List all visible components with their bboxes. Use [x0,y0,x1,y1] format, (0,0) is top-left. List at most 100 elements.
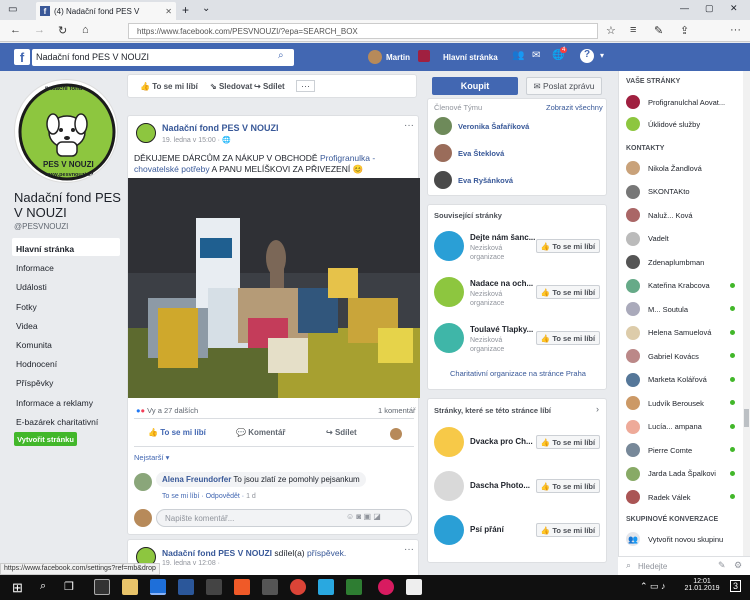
post2-shared-link[interactable]: příspěvek. [307,548,346,558]
liked-page-avatar[interactable] [434,515,464,545]
liked-page-name[interactable]: Dvacka pro Ch... [470,437,533,446]
nav-item[interactable]: Fotky [16,302,37,312]
avatar[interactable] [368,50,382,64]
chevron-right-icon[interactable]: › [596,404,599,414]
contact-item[interactable]: Lucía... ampana [626,419,736,435]
search-input[interactable]: Nadační fond PES V NOUZI [32,49,294,66]
contact-item[interactable]: Naluž... Ková [626,207,736,223]
scrollbar-thumb[interactable] [744,409,749,427]
post-menu-icon[interactable]: ··· [404,544,414,555]
search-icon[interactable]: ⌕ [278,50,284,61]
task-view-icon[interactable]: ❐ [64,580,74,593]
comments-count[interactable]: 1 komentář [378,406,416,415]
related-like-button[interactable]: 👍 To se mi líbí [536,285,600,299]
system-tray-icons[interactable]: ⌃ ▭ ♪ [640,581,666,592]
favorites-list-icon[interactable]: ≡ [630,24,636,36]
related-page-name[interactable]: Dejte nám šanc... [470,233,535,242]
comment-sort-dropdown[interactable]: Nejstarší ▾ [134,453,169,462]
maximize-icon[interactable]: ▢ [705,3,714,14]
file-explorer-icon[interactable] [122,579,138,595]
nav-item[interactable]: Události [16,282,47,292]
reactions-summary[interactable]: ●● Vy a 27 dalších [136,406,198,415]
liked-page-avatar[interactable] [434,471,464,501]
contact-item[interactable]: Kateřina Krabcova [626,278,736,294]
post2-author-link[interactable]: Nadační fond PES V NOUZI [162,548,272,558]
forward-icon[interactable]: → [34,24,45,36]
contact-item[interactable]: Nikola Žandlová [626,160,736,176]
related-page-avatar[interactable] [434,231,464,261]
favorites-star-icon[interactable]: ☆ [606,24,616,37]
member-name[interactable]: Eva Šteklová [458,149,504,158]
share-icon[interactable]: ⇪ [680,24,689,37]
facebook-logo-icon[interactable]: f [14,49,30,65]
contact-item[interactable]: Vadelt [626,231,736,247]
nav-item[interactable]: Hodnocení [16,359,57,369]
contact-item[interactable]: M... Soutula [626,301,736,317]
liked-page-like-button[interactable]: 👍 To se mi líbí [536,479,600,493]
new-message-icon[interactable]: ✎ [718,560,726,571]
edge-icon[interactable] [150,579,166,595]
buy-button[interactable]: Koupit [432,77,518,95]
nav-item[interactable]: E-bazárek charitativní [16,417,98,427]
comment-reply-link[interactable]: Odpovědět [206,493,240,500]
help-icon[interactable]: ? [580,49,594,63]
url-input[interactable]: https://www.facebook.com/PESVNOUZI/?epa=… [128,23,598,39]
member-name[interactable]: Eva Ryšánková [458,176,513,185]
post-menu-icon[interactable]: ··· [404,120,414,131]
chrome-icon[interactable] [290,579,306,595]
new-tab-icon[interactable]: + [182,3,189,17]
post-share-button[interactable]: ↪ Sdílet [326,428,357,437]
liked-page-name[interactable]: Psí přání [470,525,504,534]
friends-icon[interactable]: 👥 [512,50,524,61]
your-page-item[interactable]: Profigranulchal Aovat... [626,94,736,110]
chat-search-input[interactable]: Hledejte [638,562,667,571]
home-link[interactable]: Hlavní stránka [443,53,498,62]
settings-dropdown-icon[interactable]: ▾ [600,51,604,60]
contact-item[interactable]: Zdenaplumbman [626,254,736,270]
app-icon[interactable] [346,579,362,595]
member-avatar[interactable] [434,144,452,162]
post-photo[interactable] [128,178,420,398]
browser-tab[interactable]: f (4) Nadační fond PES V ✕ [36,2,176,20]
related-page-name[interactable]: Nadace na och... [470,279,533,288]
user-name-link[interactable]: Martin [386,53,410,62]
post-comment-button[interactable]: 💬 Komentář [236,428,286,437]
nav-item[interactable]: Komunita [16,340,52,350]
app-icon[interactable] [378,579,394,595]
gear-icon[interactable]: ⚙ [734,560,742,571]
related-like-button[interactable]: 👍 To se mi líbí [536,239,600,253]
more-options-button[interactable]: ··· [296,80,315,92]
minimize-icon[interactable]: — [680,3,689,13]
app-icon[interactable] [318,579,334,595]
member-avatar[interactable] [434,171,452,189]
scrollbar[interactable] [743,71,750,556]
post-like-button[interactable]: 👍 To se mi líbí [148,428,206,437]
member-name[interactable]: Veronika Šafaříková [458,122,529,131]
close-tab-icon[interactable]: ✕ [165,7,172,16]
nav-item[interactable]: Hlavní stránka [16,244,74,254]
app-icon[interactable] [206,579,222,595]
your-page-item[interactable]: Úklidové služby [626,116,736,132]
liked-page-avatar[interactable] [434,427,464,457]
commenter-name[interactable]: Alena Freundorfer [162,475,231,484]
post2-date[interactable]: 19. ledna v 12:08 · [162,560,220,567]
contact-item[interactable]: Marketa Kolářová [626,372,736,388]
commenter-avatar[interactable] [134,473,152,491]
related-like-button[interactable]: 👍 To se mi líbí [536,331,600,345]
windows-start-icon[interactable]: ⊞ [12,580,23,596]
nav-item[interactable]: Videa [16,321,38,331]
related-footer-link[interactable]: Charitativní organizace na stránce Praha [450,369,586,378]
back-icon[interactable]: ← [10,24,21,36]
related-page-avatar[interactable] [434,277,464,307]
follow-button[interactable]: ⇘ Sledovat [210,82,252,91]
send-message-button[interactable]: ✉ Poslat zprávu [526,77,602,95]
post-as-avatar[interactable] [390,428,402,440]
photos-icon[interactable] [406,579,422,595]
nav-item[interactable]: Informace a reklamy [16,398,93,408]
create-page-button[interactable]: Vytvořit stránku [14,432,77,446]
nav-item[interactable]: Informace [16,263,54,273]
member-avatar[interactable] [434,117,452,135]
pen-icon[interactable]: ✎ [654,24,663,37]
more-icon[interactable]: ··· [730,24,741,36]
app-icon[interactable] [234,579,250,595]
